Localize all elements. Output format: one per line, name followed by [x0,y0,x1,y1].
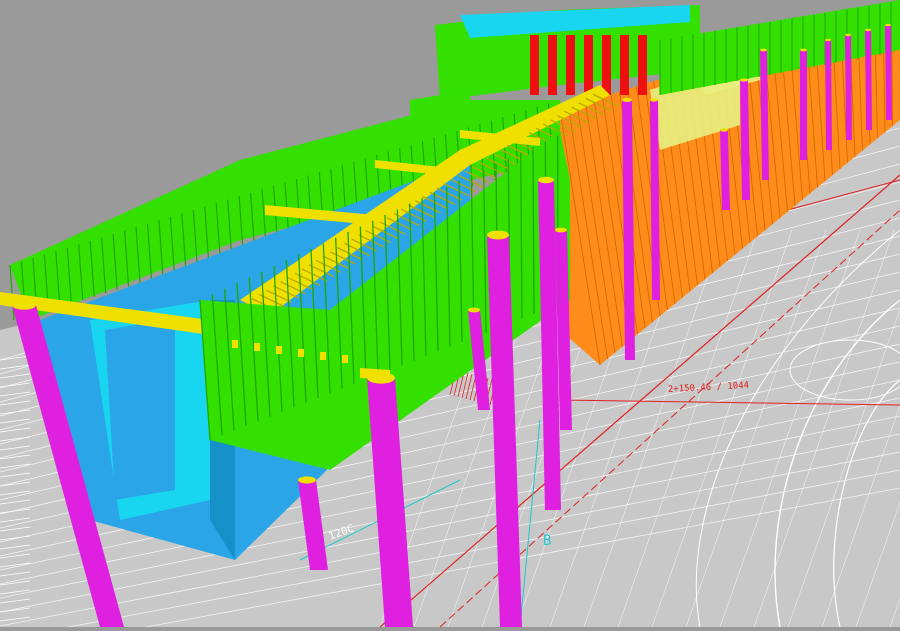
pile-cap [845,34,851,36]
pile-cap [865,29,871,31]
red-column [602,35,611,95]
wale-bracket [254,343,260,351]
channel-end-opening [105,318,175,500]
pile-cap [800,49,807,52]
wale-bracket [320,352,326,360]
pile-cap [885,24,891,26]
red-column [584,35,593,95]
pile-cap [487,231,509,240]
pile-cap [12,300,36,310]
pile-cap [760,49,767,52]
pile-cap [825,39,831,41]
wale-bracket [342,355,348,363]
red-column [620,35,629,95]
bim-3d-viewport[interactable]: 2+150.46 / 1044 120C B [0,0,900,627]
model-canvas[interactable]: 2+150.46 / 1044 120C B [0,0,900,627]
grid-label-b: B [543,533,551,549]
pile [825,40,832,150]
pile-cap [468,308,480,313]
pile-cap [650,98,658,101]
pile [845,35,852,140]
pile-cap [538,177,554,183]
wale-bracket [232,340,238,348]
pile-cap [720,128,728,131]
red-column [566,35,575,95]
red-column [638,35,647,95]
pile [800,50,807,160]
pile-cap [622,98,632,102]
wale-bracket [276,346,282,354]
pile-cap [298,476,316,483]
red-column [548,35,557,95]
pile-cap [367,372,395,383]
red-column [530,35,539,95]
pile-cap [555,228,567,233]
wale-bracket [298,349,304,357]
pile-cap [740,78,748,81]
pile [885,25,892,120]
pile [865,30,872,130]
